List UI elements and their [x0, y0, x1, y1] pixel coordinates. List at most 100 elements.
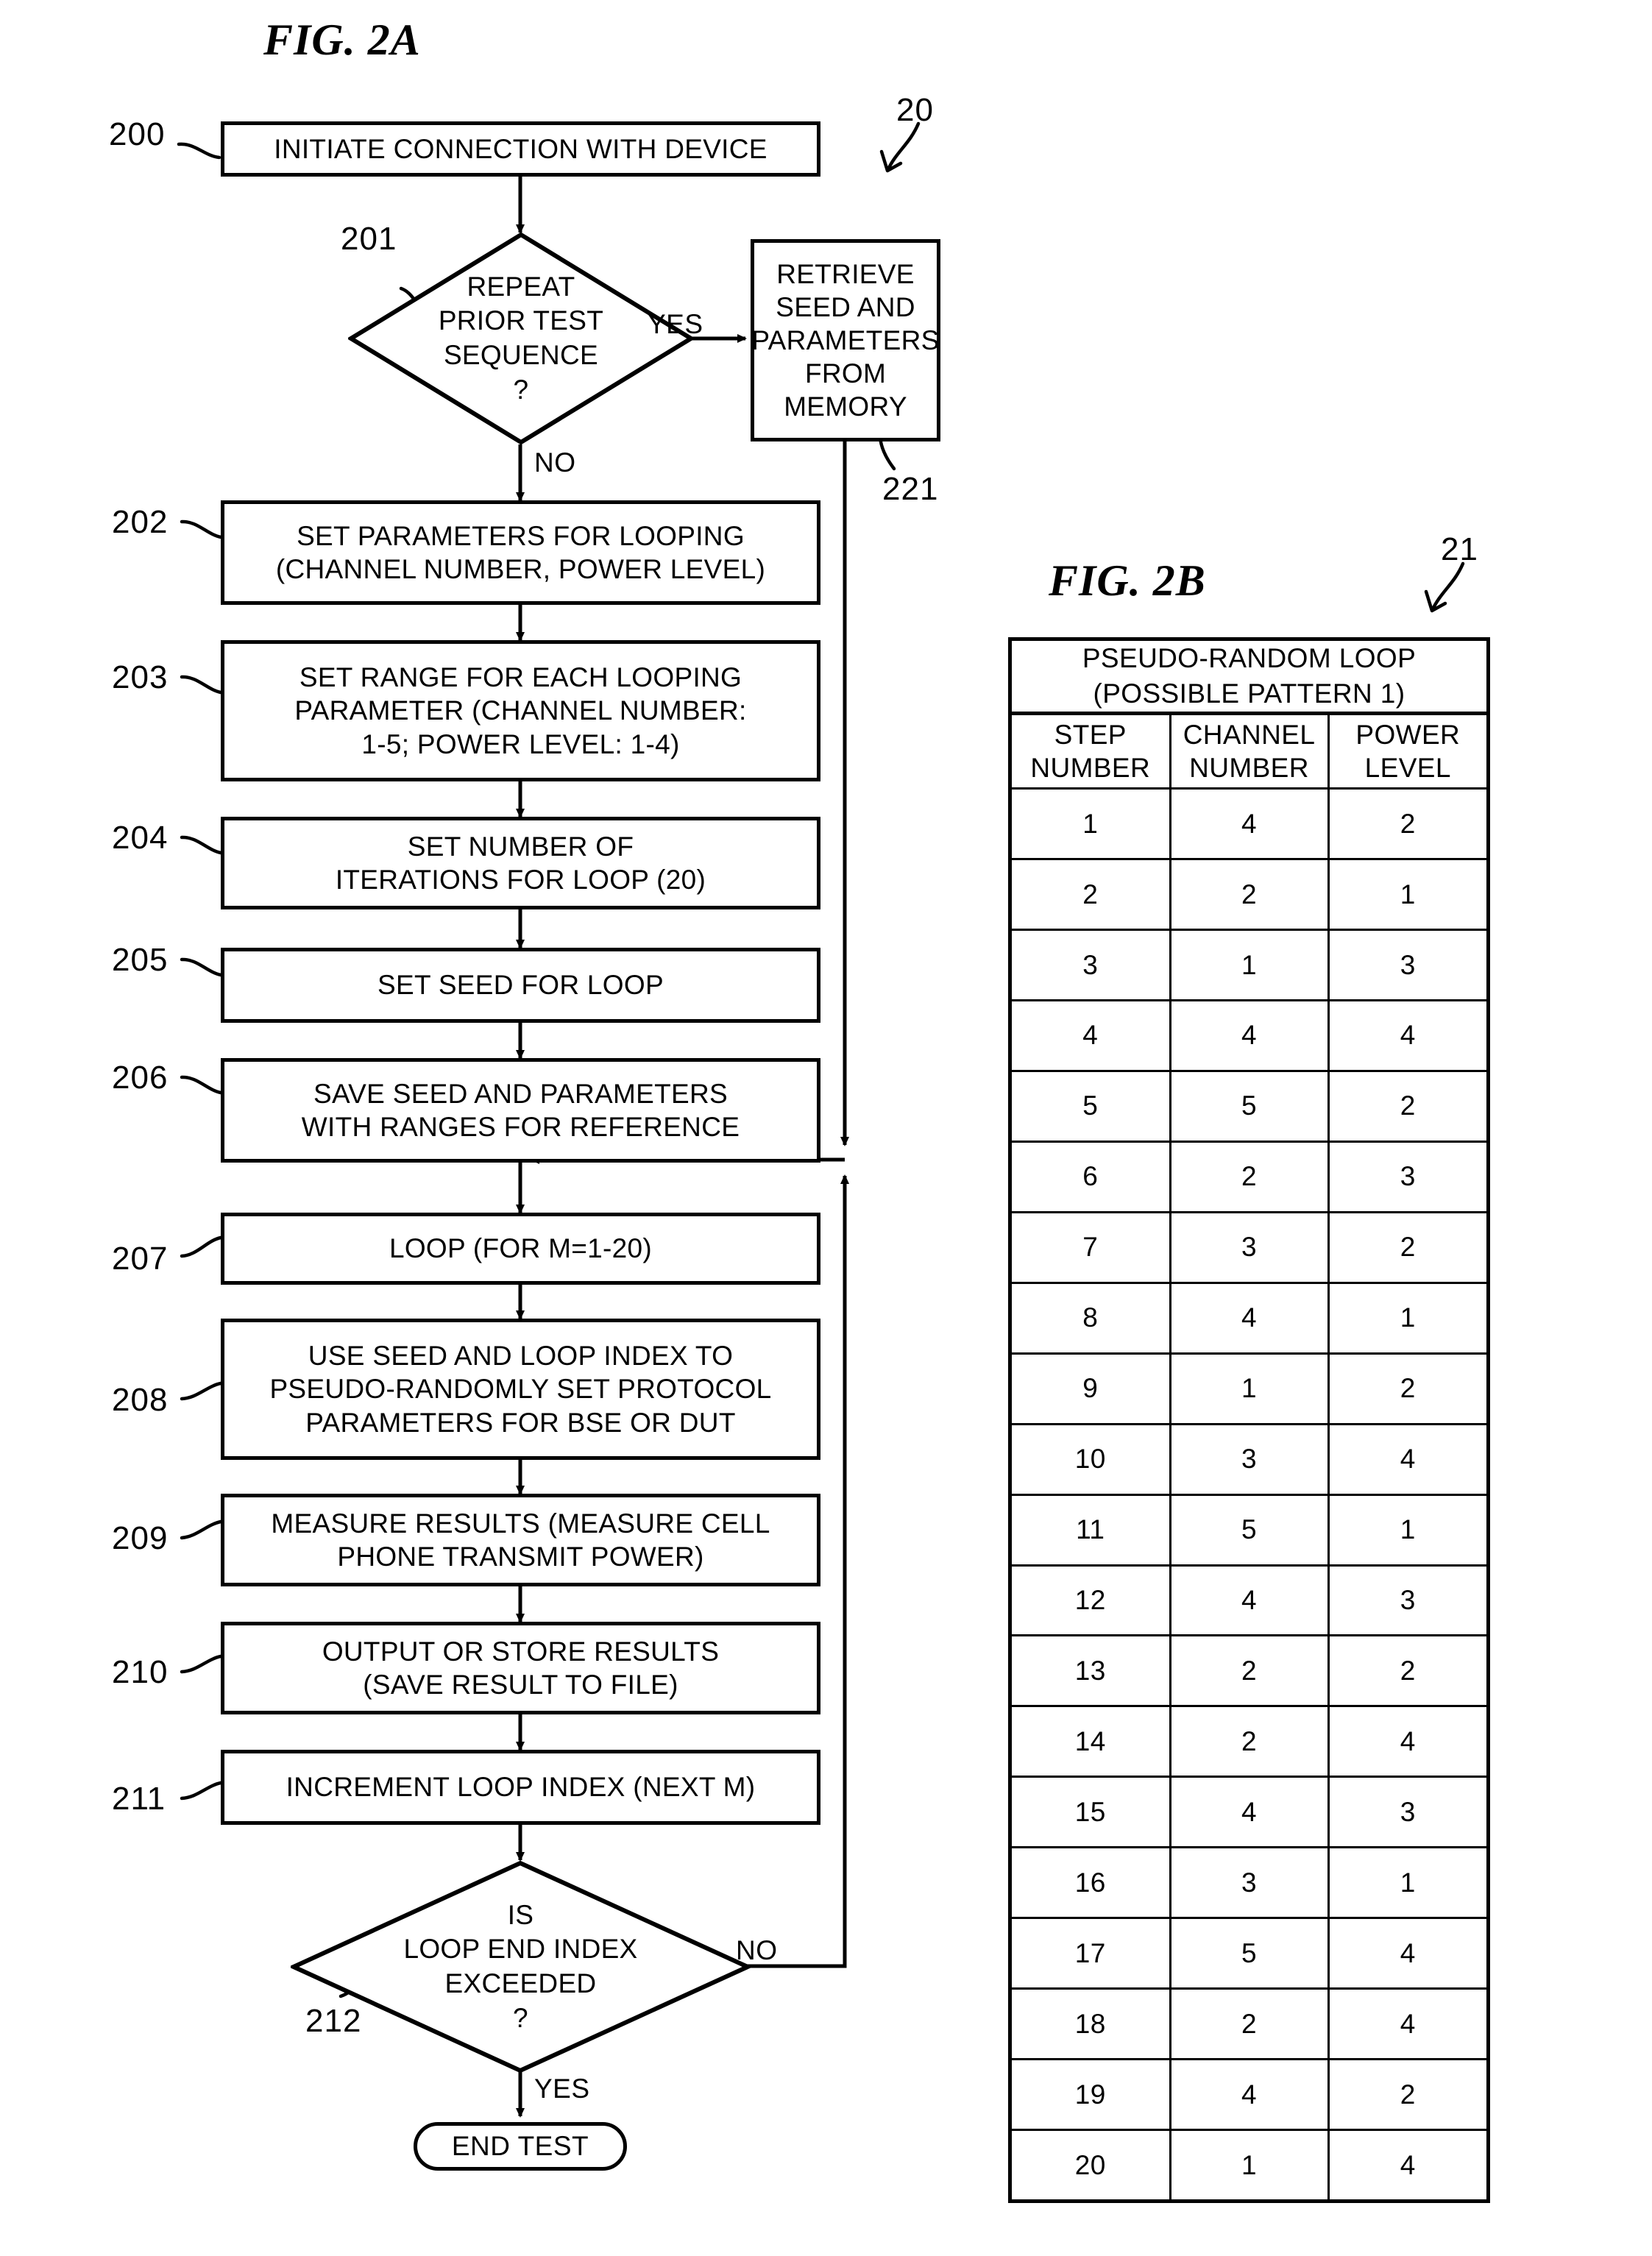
process-box-221-label: RETRIEVE SEED AND PARAMETERS FROM MEMORY	[751, 258, 940, 422]
cell-channel: 3	[1169, 1422, 1330, 1496]
process-box-204-label: SET NUMBER OF ITERATIONS FOR LOOP (20)	[335, 831, 706, 895]
table-row: 8 4 1	[1012, 1281, 1486, 1355]
ref-numeral-204: 204	[112, 820, 169, 856]
process-box-211-label: INCREMENT LOOP INDEX (NEXT M)	[286, 1772, 756, 1803]
cell-power: 3	[1327, 1776, 1486, 1849]
decision-diamond-212[interactable]: IS LOOP END INDEX EXCEEDED ?	[291, 1860, 751, 2074]
table-row: 7 3 2	[1012, 1210, 1486, 1284]
table-row: 9 1 2	[1012, 1352, 1486, 1425]
ref-numeral-20: 20	[896, 92, 934, 128]
ref-numeral-205: 205	[112, 942, 169, 978]
process-box-206[interactable]: SAVE SEED AND PARAMETERS WITH RANGES FOR…	[221, 1058, 820, 1163]
cell-channel: 4	[1169, 1776, 1330, 1849]
cell-step: 20	[1012, 2129, 1171, 2199]
cell-step: 14	[1012, 1705, 1171, 1778]
cell-power: 4	[1327, 999, 1486, 1072]
figure-title-2a: FIG. 2A	[263, 15, 421, 64]
table-row: 10 3 4	[1012, 1422, 1486, 1496]
ref-numeral-221: 221	[882, 471, 939, 507]
cell-channel: 3	[1169, 1846, 1330, 1920]
process-box-210[interactable]: OUTPUT OR STORE RESULTS (SAVE RESULT TO …	[221, 1622, 820, 1714]
cell-channel: 3	[1169, 1210, 1330, 1284]
table-row: 3 1 3	[1012, 929, 1486, 1001]
table-row: 11 5 1	[1012, 1493, 1486, 1567]
column-header-channel-number: CHANNEL NUMBER	[1169, 713, 1330, 790]
process-box-208-label: USE SEED AND LOOP INDEX TO PSEUDO-RANDOM…	[269, 1341, 772, 1438]
table-row: 19 4 2	[1012, 2058, 1486, 2131]
cell-power: 1	[1327, 1281, 1486, 1355]
table-row: 16 3 1	[1012, 1846, 1486, 1920]
cell-power: 2	[1327, 1634, 1486, 1708]
process-box-209[interactable]: MEASURE RESULTS (MEASURE CELL PHONE TRAN…	[221, 1494, 820, 1586]
process-box-211[interactable]: INCREMENT LOOP INDEX (NEXT M)	[221, 1750, 820, 1825]
cell-power: 4	[1327, 1987, 1486, 2061]
branch-label-no-201: NO	[534, 447, 576, 478]
table-row: 18 2 4	[1012, 1987, 1486, 2061]
process-box-221[interactable]: RETRIEVE SEED AND PARAMETERS FROM MEMORY	[751, 239, 940, 441]
ref-numeral-202: 202	[112, 504, 169, 540]
decision-diamond-212-label: IS LOOP END INDEX EXCEEDED ?	[403, 1899, 638, 2033]
table-row: 20 1 4	[1012, 2129, 1486, 2199]
cell-step: 11	[1012, 1493, 1171, 1567]
cell-channel: 4	[1169, 1564, 1330, 1637]
process-box-208[interactable]: USE SEED AND LOOP INDEX TO PSEUDO-RANDOM…	[221, 1319, 820, 1460]
process-box-204[interactable]: SET NUMBER OF ITERATIONS FOR LOOP (20)	[221, 817, 820, 909]
cell-power: 4	[1327, 1422, 1486, 1496]
process-box-205-label: SET SEED FOR LOOP	[377, 970, 664, 1001]
process-box-200[interactable]: INITIATE CONNECTION WITH DEVICE	[221, 121, 820, 177]
ref-numeral-209: 209	[112, 1520, 169, 1556]
branch-label-yes-201: YES	[648, 309, 703, 339]
cell-channel: 5	[1169, 1493, 1330, 1567]
process-box-202[interactable]: SET PARAMETERS FOR LOOPING (CHANNEL NUMB…	[221, 500, 820, 605]
cell-step: 9	[1012, 1352, 1171, 1425]
process-box-203[interactable]: SET RANGE FOR EACH LOOPING PARAMETER (CH…	[221, 640, 820, 781]
figure-title-2b: FIG. 2B	[1049, 556, 1206, 605]
cell-step: 5	[1012, 1069, 1171, 1143]
process-box-206-label: SAVE SEED AND PARAMETERS WITH RANGES FOR…	[301, 1078, 740, 1142]
cell-power: 1	[1327, 1846, 1486, 1920]
table-row: 12 4 3	[1012, 1564, 1486, 1637]
cell-step: 18	[1012, 1987, 1171, 2061]
process-box-200-label: INITIATE CONNECTION WITH DEVICE	[274, 133, 767, 164]
cell-power: 2	[1327, 2058, 1486, 2131]
column-header-step-number: STEP NUMBER	[1012, 713, 1171, 790]
process-box-210-label: OUTPUT OR STORE RESULTS (SAVE RESULT TO …	[322, 1636, 720, 1700]
cell-channel: 4	[1169, 999, 1330, 1072]
cell-channel: 5	[1169, 1069, 1330, 1143]
cell-step: 3	[1012, 929, 1171, 1001]
terminator-end-test[interactable]: END TEST	[414, 2122, 627, 2171]
cell-step: 19	[1012, 2058, 1171, 2131]
process-box-207[interactable]: LOOP (FOR M=1-20)	[221, 1213, 820, 1285]
cell-step: 4	[1012, 999, 1171, 1072]
cell-step: 7	[1012, 1210, 1171, 1284]
cell-power: 3	[1327, 929, 1486, 1001]
cell-channel: 2	[1169, 858, 1330, 932]
cell-channel: 1	[1169, 2129, 1330, 2199]
cell-step: 15	[1012, 1776, 1171, 1849]
cell-channel: 4	[1169, 2058, 1330, 2131]
cell-power: 4	[1327, 1705, 1486, 1778]
table-body: 1 4 2 2 2 1 3 1 3 4 4 4 5 5 2 6 2 3 7 3 …	[1012, 787, 1486, 2199]
pseudo-random-loop-table: PSEUDO-RANDOM LOOP (POSSIBLE PATTERN 1) …	[1008, 637, 1490, 2203]
terminator-end-test-label: END TEST	[451, 2131, 589, 2161]
ref-numeral-206: 206	[112, 1060, 169, 1096]
cell-power: 3	[1327, 1140, 1486, 1213]
ref-numeral-200: 200	[109, 116, 166, 152]
table-row: 14 2 4	[1012, 1705, 1486, 1778]
decision-diamond-201[interactable]: REPEAT PRIOR TEST SEQUENCE ?	[348, 232, 694, 445]
ref-numeral-210: 210	[112, 1654, 169, 1690]
table-head: PSEUDO-RANDOM LOOP (POSSIBLE PATTERN 1) …	[1012, 641, 1486, 790]
table-row: 13 2 2	[1012, 1634, 1486, 1708]
cell-power: 2	[1327, 1069, 1486, 1143]
ref-numeral-212: 212	[305, 2003, 362, 2039]
ref-numeral-21: 21	[1441, 531, 1478, 567]
pattern-table: PSEUDO-RANDOM LOOP (POSSIBLE PATTERN 1) …	[1012, 641, 1486, 2199]
process-box-203-label: SET RANGE FOR EACH LOOPING PARAMETER (CH…	[294, 662, 747, 759]
cell-step: 8	[1012, 1281, 1171, 1355]
process-box-205[interactable]: SET SEED FOR LOOP	[221, 948, 820, 1023]
cell-power: 1	[1327, 858, 1486, 932]
cell-step: 6	[1012, 1140, 1171, 1213]
table-header-row: STEP NUMBER CHANNEL NUMBER POWER LEVEL	[1012, 713, 1486, 790]
cell-channel: 1	[1169, 1352, 1330, 1425]
cell-step: 1	[1012, 787, 1171, 861]
